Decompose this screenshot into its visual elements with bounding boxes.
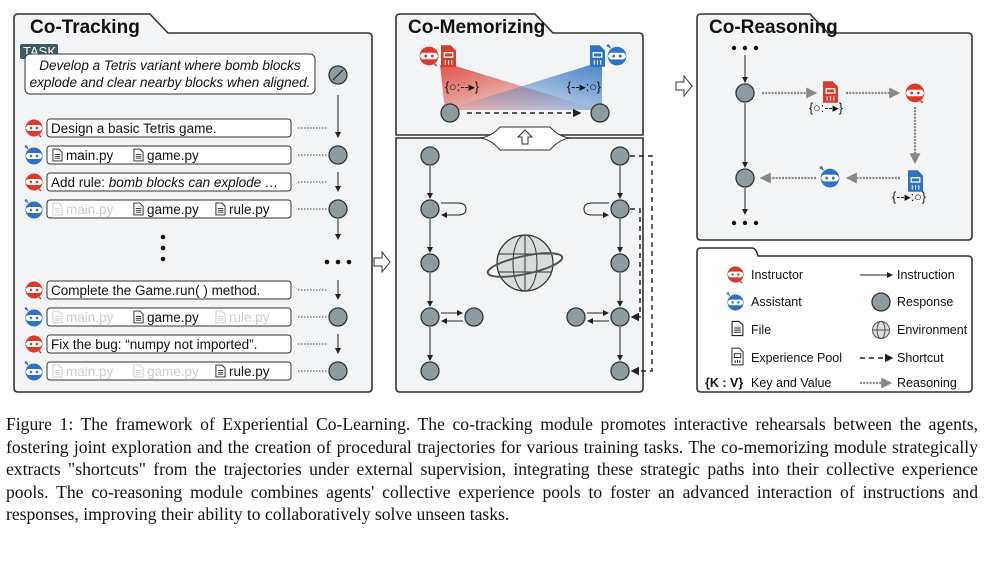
response-node: [735, 83, 755, 103]
response-node: [420, 361, 440, 381]
legend-shortcut: Shortcut: [897, 351, 944, 365]
experience-pool-icon: [823, 81, 838, 103]
file-icon: [52, 310, 63, 324]
file-name: game.py: [147, 310, 199, 325]
co-memorizing-title: Co-Memorizing: [408, 17, 545, 38]
response-node: [328, 145, 348, 165]
response-node: [328, 307, 348, 327]
response-node: [440, 103, 460, 123]
file-icon: [52, 364, 63, 378]
instruction-text: Design a basic Tetris game.: [51, 121, 217, 136]
response-node: [871, 292, 891, 312]
co-memorizing-panel: Co-Memorizing {○:--▸} {--▸:○}: [395, 13, 653, 393]
file-icon: [52, 202, 63, 216]
file-name: main.py: [66, 202, 114, 217]
response-node: [420, 253, 440, 273]
file-icon: [133, 310, 144, 324]
key-value-symbol: {K : V}: [705, 376, 743, 390]
legend: Instructor Assistant File Experience Poo…: [696, 247, 973, 393]
experience-pool-icon: [731, 347, 744, 366]
response-node: [610, 253, 630, 273]
file-name: game.py: [147, 364, 199, 379]
response-node: [590, 103, 610, 123]
response-node: [610, 199, 630, 219]
response-node: [420, 199, 440, 219]
start-node-icon: [328, 65, 348, 85]
key-value-left: {○:--▸}: [809, 101, 843, 115]
trajectory-row: Complete the Game.run( ) method.: [24, 280, 341, 300]
file-name: main.py: [66, 148, 114, 163]
legend-key-value: Key and Value: [751, 376, 831, 390]
co-tracking-title: Co-Tracking: [30, 17, 140, 38]
instruction-text: Complete the Game.run( ) method.: [51, 283, 260, 298]
file-name: game.py: [147, 148, 199, 163]
response-node: [610, 307, 630, 327]
instruction-prefix: Add rule:: [51, 175, 109, 190]
response-node: [328, 361, 348, 381]
task-line-1: Develop a Tetris variant where bomb bloc…: [39, 58, 301, 73]
legend-file: File: [751, 323, 771, 337]
response-node: [464, 307, 484, 327]
instruction-text: Fix the bug: “numpy not imported”.: [51, 337, 257, 352]
legend-assistant: Assistant: [751, 295, 802, 309]
task-line-2: explode and clear nearby blocks when ali…: [30, 75, 311, 90]
response-node: [328, 199, 348, 219]
instruction-italic: bomb blocks can explode …: [109, 175, 279, 190]
file-name: rule.py: [229, 310, 270, 325]
file-icon: [215, 364, 226, 378]
experience-pool-icon: [908, 170, 923, 192]
file-icon: [133, 148, 144, 162]
trajectory-row: Add rule: bomb blocks can explode …: [24, 172, 341, 192]
co-tracking-panel: Co-Tracking TASK Develop a Tetris varian…: [13, 13, 373, 393]
environment-icon: [872, 321, 890, 339]
file-icon: [215, 202, 226, 216]
next-arrow-icon: [675, 74, 693, 98]
file-icon: [215, 310, 226, 324]
key-value-right: {--▸:○}: [892, 190, 926, 204]
experience-pool-icon: [590, 45, 605, 67]
legend-instruction: Instruction: [897, 268, 955, 282]
legend-reasoning: Reasoning: [897, 376, 957, 390]
response-node: [566, 307, 586, 327]
next-arrow-icon: [373, 250, 391, 274]
file-icon: [731, 320, 744, 337]
file-icon: [133, 364, 144, 378]
legend-response: Response: [897, 295, 953, 309]
trajectory-row: Fix the bug: “numpy not imported”.: [24, 334, 341, 354]
file-name: rule.py: [229, 202, 270, 217]
response-node: [735, 168, 755, 188]
figure-caption: Figure 1: The framework of Experiential …: [6, 414, 978, 525]
response-node: [610, 146, 630, 166]
file-icon: [133, 202, 144, 216]
response-node: [420, 146, 440, 166]
file-name: rule.py: [229, 364, 270, 379]
file-name: main.py: [66, 310, 114, 325]
response-node: [610, 361, 630, 381]
key-value-left: {○:--▸}: [445, 80, 479, 94]
response-node: [420, 307, 440, 327]
legend-environment: Environment: [897, 323, 968, 337]
framework-figure: Co-Tracking TASK Develop a Tetris varian…: [13, 13, 973, 393]
trajectory-row: Design a basic Tetris game.: [24, 118, 341, 138]
co-reasoning-title: Co-Reasoning: [709, 17, 838, 38]
legend-instructor: Instructor: [751, 268, 803, 282]
legend-experience-pool: Experience Pool: [751, 351, 842, 365]
file-name: main.py: [66, 364, 114, 379]
key-value-right: {--▸:○}: [567, 80, 601, 94]
co-reasoning-panel: Co-Reasoning {○:--▸} {--▸:○}: [696, 13, 973, 241]
file-icon: [52, 148, 63, 162]
experience-pool-icon: [441, 45, 456, 67]
file-name: game.py: [147, 202, 199, 217]
instruction-text: Add rule: bomb blocks can explode …: [51, 175, 278, 190]
